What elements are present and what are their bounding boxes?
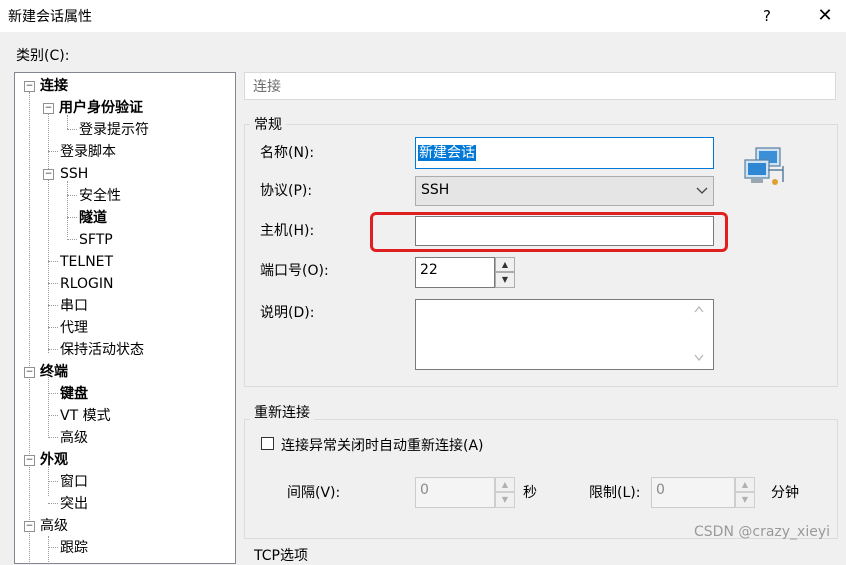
- auto-reconnect-checkbox[interactable]: [261, 437, 274, 450]
- tree-item-terminal-advanced[interactable]: 高级: [60, 427, 88, 449]
- tree-connector: [48, 437, 58, 438]
- tree-connector: [48, 283, 58, 284]
- name-value: 新建会话: [418, 145, 476, 161]
- category-label: 类别(C):: [16, 48, 70, 64]
- tree-item-keep-alive[interactable]: 保持活动状态: [60, 339, 144, 361]
- window-title: 新建会话属性: [8, 9, 92, 25]
- tree-connector: [48, 305, 58, 306]
- name-label: 名称(N):: [260, 145, 315, 161]
- reconnect-group-title: 重新连接: [250, 402, 314, 422]
- interval-spin-up-icon[interactable]: ▲: [495, 477, 515, 492]
- network-computers-icon: [744, 147, 784, 185]
- tree-connector: [48, 536, 49, 563]
- tree-item-sftp[interactable]: SFTP: [79, 229, 113, 251]
- chevron-down-icon: [696, 187, 708, 194]
- tree-connector: [48, 503, 58, 504]
- tree-connector: [67, 181, 68, 237]
- tree-connector: [67, 129, 77, 130]
- port-field[interactable]: 22: [415, 257, 495, 288]
- description-field[interactable]: [415, 299, 714, 370]
- tree-connector: [48, 547, 58, 548]
- limit-spin-down-icon[interactable]: ▼: [735, 492, 755, 508]
- tree-connector: [67, 217, 77, 218]
- limit-unit: 分钟: [771, 485, 799, 501]
- help-button[interactable]: ?: [752, 2, 782, 30]
- port-value: 22: [420, 262, 438, 278]
- interval-spin-down-icon[interactable]: ▼: [495, 492, 515, 508]
- tree-item-vt-mode[interactable]: VT 模式: [60, 405, 111, 427]
- name-field[interactable]: 新建会话: [415, 137, 714, 169]
- tree-connector: [48, 481, 58, 482]
- tree-connector: [48, 261, 58, 262]
- general-group-title: 常规: [250, 114, 286, 134]
- tree-connector: [48, 349, 58, 350]
- tree-item-ssh[interactable]: SSH: [60, 163, 88, 185]
- collapse-icon[interactable]: −: [24, 81, 35, 92]
- limit-spin-up-icon[interactable]: ▲: [735, 477, 755, 492]
- protocol-label: 协议(P):: [260, 183, 313, 199]
- interval-value: 0: [420, 482, 429, 498]
- title-bar: [0, 0, 846, 32]
- tree-item-connection[interactable]: 连接: [40, 75, 68, 97]
- collapse-icon[interactable]: −: [43, 169, 54, 180]
- port-spin-down-icon[interactable]: ▼: [495, 272, 515, 288]
- port-spin-up-icon[interactable]: ▲: [495, 257, 515, 272]
- limit-field[interactable]: 0: [651, 477, 735, 508]
- tree-item-appearance[interactable]: 外观: [40, 449, 68, 471]
- tree-connector: [48, 327, 58, 328]
- limit-label: 限制(L):: [589, 485, 641, 501]
- collapse-icon[interactable]: −: [24, 521, 35, 532]
- tree-item-security[interactable]: 安全性: [79, 185, 121, 207]
- tree-connector: [48, 393, 58, 394]
- interval-label: 间隔(V):: [287, 485, 341, 501]
- tree-item-tunneling[interactable]: 隧道: [79, 207, 107, 229]
- port-label: 端口号(O):: [260, 263, 329, 279]
- scroll-up-icon[interactable]: [694, 306, 704, 313]
- tree-connector: [67, 239, 77, 240]
- scroll-down-icon[interactable]: [694, 354, 704, 361]
- tree-item-terminal[interactable]: 终端: [40, 361, 68, 383]
- watermark: CSDN @crazy_xieyi: [694, 524, 830, 540]
- tree-item-user-auth[interactable]: 用户身份验证: [59, 97, 143, 119]
- tree-connector: [48, 103, 49, 353]
- limit-value: 0: [656, 482, 665, 498]
- tree-item-telnet[interactable]: TELNET: [60, 251, 113, 273]
- tree-item-login-prompts[interactable]: 登录提示符: [79, 119, 149, 141]
- section-header: 连接: [244, 72, 836, 100]
- annotation-highlight-box: [370, 212, 728, 252]
- tree-item-rlogin[interactable]: RLOGIN: [60, 273, 114, 295]
- close-button[interactable]: ✕: [808, 2, 842, 30]
- collapse-icon[interactable]: −: [43, 103, 54, 114]
- category-tree[interactable]: − − − − − − 连接 用户身份验证 登录提示符 登录脚本 SSH 安全性…: [14, 72, 236, 564]
- host-label: 主机(H):: [260, 223, 315, 239]
- tree-item-login-script[interactable]: 登录脚本: [60, 141, 116, 163]
- tcp-group-title: TCP选项: [250, 545, 312, 565]
- collapse-icon[interactable]: −: [24, 455, 35, 466]
- tree-item-serial[interactable]: 串口: [60, 295, 88, 317]
- tree-connector: [48, 415, 58, 416]
- tree-item-keyboard[interactable]: 键盘: [60, 383, 88, 405]
- interval-field[interactable]: 0: [415, 477, 495, 508]
- collapse-icon[interactable]: −: [24, 367, 35, 378]
- tree-connector: [48, 151, 58, 152]
- tree-connector: [29, 92, 30, 562]
- tree-item-proxy[interactable]: 代理: [60, 317, 88, 339]
- protocol-value: SSH: [421, 182, 450, 198]
- auto-reconnect-label[interactable]: 连接异常关闭时自动重新连接(A): [281, 435, 484, 455]
- tree-item-highlight[interactable]: 突出: [60, 493, 88, 515]
- tree-connector: [67, 195, 77, 196]
- tree-item-window[interactable]: 窗口: [60, 471, 88, 493]
- interval-unit: 秒: [523, 485, 537, 501]
- description-label: 说明(D):: [260, 305, 315, 321]
- protocol-select[interactable]: SSH: [415, 176, 714, 206]
- tree-item-advanced[interactable]: 高级: [40, 515, 68, 537]
- tree-item-trace[interactable]: 跟踪: [60, 537, 88, 559]
